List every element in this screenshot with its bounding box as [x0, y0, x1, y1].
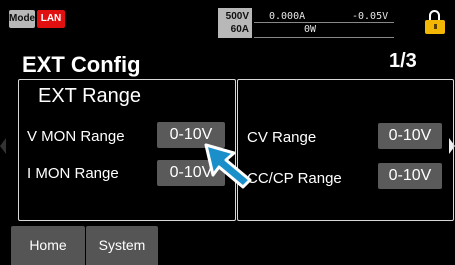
mode-badge[interactable]: Mode [9, 10, 35, 28]
meter-readout: 0.000A -0.05V 0W [254, 8, 397, 38]
lock-icon[interactable] [425, 10, 445, 34]
page-indicator: 1/3 [389, 50, 417, 72]
tab-system[interactable]: System [86, 226, 158, 265]
lan-badge: LAN [37, 10, 65, 28]
cv-range-label: CV Range [247, 129, 317, 146]
current-rating: 60A [230, 24, 249, 35]
pointer-cursor-icon [204, 143, 252, 189]
voltage-rating: 500V [225, 11, 249, 22]
i-mon-range-label: I MON Range [27, 165, 119, 182]
meter-divider [254, 37, 394, 38]
tab-home[interactable]: Home [11, 226, 85, 265]
page-title: EXT Config [22, 52, 141, 77]
cv-range-button[interactable]: 0-10V [378, 123, 442, 149]
panel-title: EXT Range [38, 85, 142, 107]
device-screen: Mode LAN 500V 60A 0.000A -0.05V 0W EXT C… [0, 0, 455, 265]
control-range-panel [237, 79, 454, 221]
power-reading: 0W [304, 24, 317, 35]
v-mon-range-label: V MON Range [27, 128, 125, 145]
rating-box: 500V 60A [218, 8, 252, 38]
meter-divider [254, 22, 394, 23]
cc-cp-range-button[interactable]: 0-10V [378, 163, 442, 189]
cc-cp-range-label: CC/CP Range [247, 170, 342, 187]
previous-page-arrow-icon[interactable] [0, 138, 6, 154]
